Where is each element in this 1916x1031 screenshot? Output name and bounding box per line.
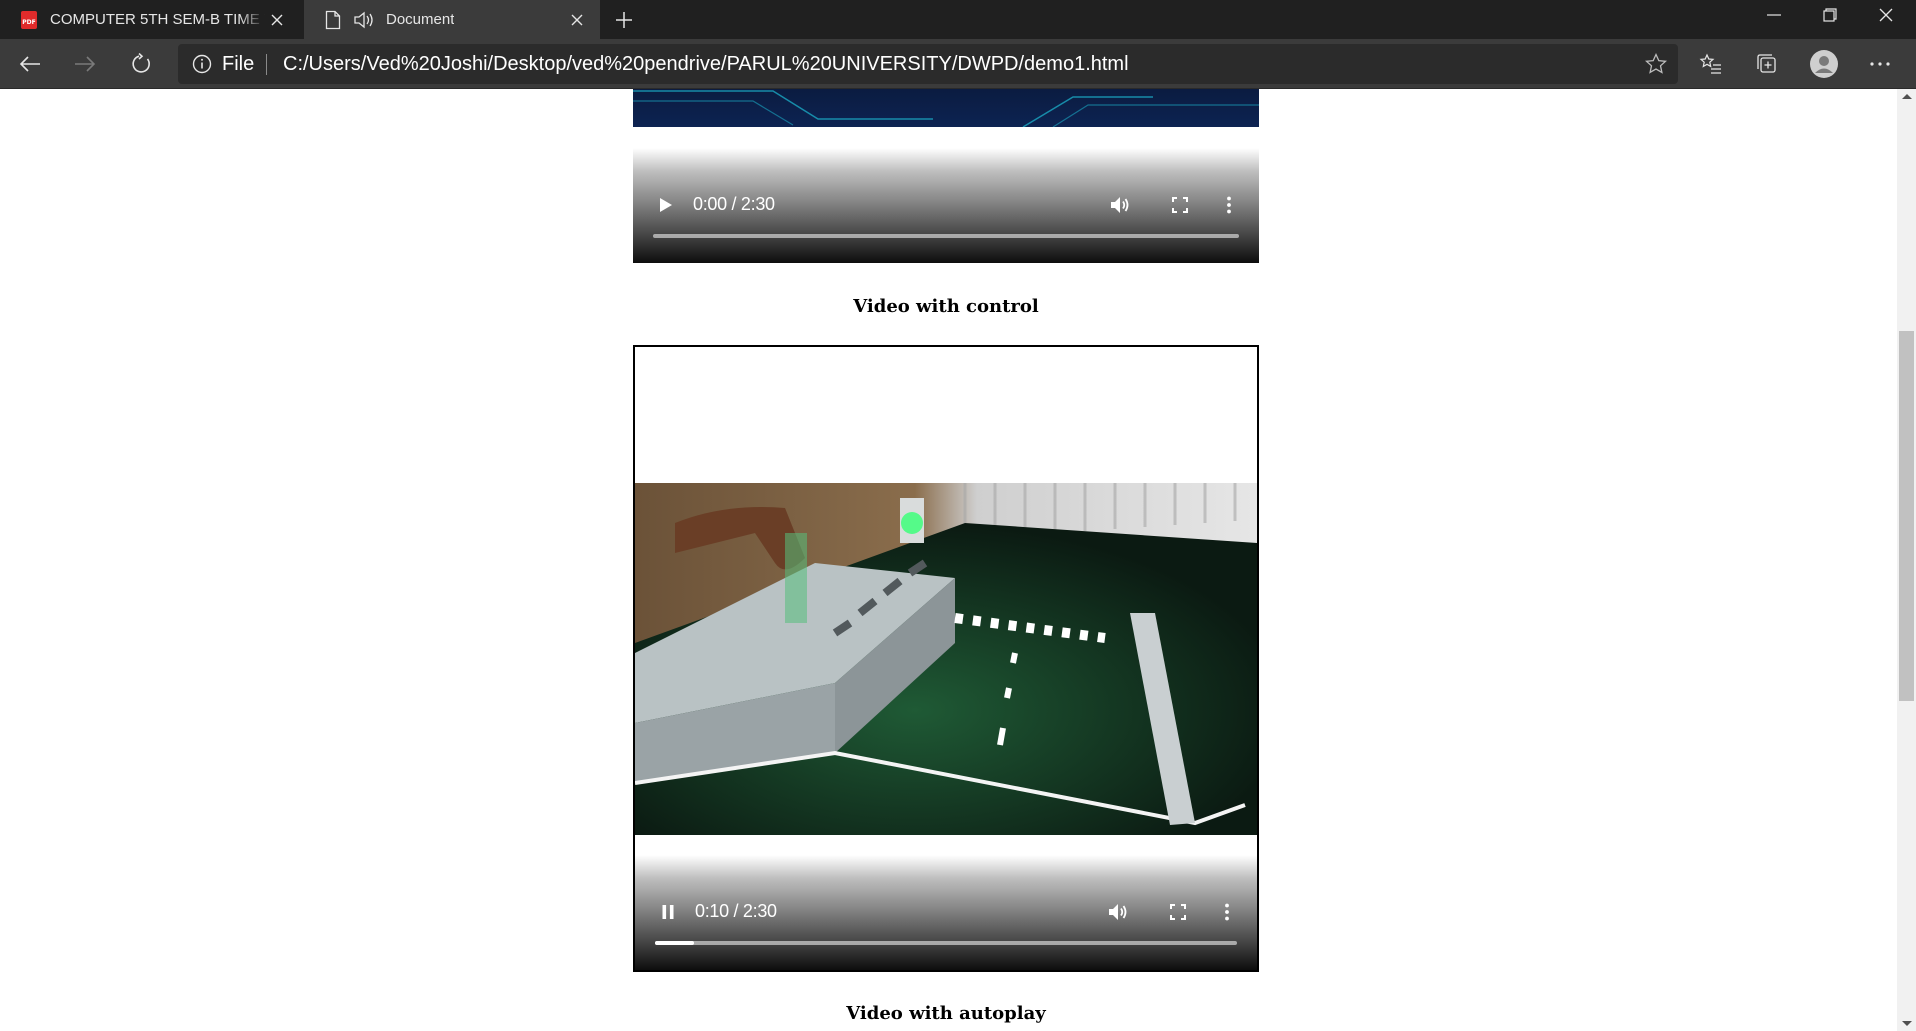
volume-icon[interactable] <box>1106 900 1130 924</box>
tab-strip: PDF COMPUTER 5TH SEM-B TIME TABLE Docume… <box>0 0 1916 39</box>
page-scrollbar[interactable] <box>1897 89 1916 1031</box>
video-control-bar: 0:00 / 2:30 <box>633 148 1259 263</box>
play-icon[interactable] <box>655 194 677 216</box>
video-options-icon[interactable] <box>1217 193 1241 217</box>
fullscreen-icon[interactable] <box>1166 900 1190 924</box>
address-bar[interactable]: File C:/Users/Ved%20Joshi/Desktop/ved%20… <box>178 44 1678 84</box>
video-options-icon[interactable] <box>1215 900 1239 924</box>
pdf-icon: PDF <box>19 9 39 31</box>
profile-avatar-icon[interactable] <box>1806 47 1842 81</box>
svg-text:PDF: PDF <box>22 19 35 26</box>
url-text[interactable]: C:/Users/Ved%20Joshi/Desktop/ved%20pendr… <box>283 53 1129 76</box>
video-control-bar: 0:10 / 2:30 <box>635 855 1257 970</box>
favorites-list-icon[interactable] <box>1693 47 1729 81</box>
scroll-down-arrow-icon[interactable] <box>1902 1021 1912 1026</box>
video-progress-fill <box>655 941 694 945</box>
video-time-readout: 0:10 / 2:30 <box>695 901 777 921</box>
video-time-readout: 0:00 / 2:30 <box>693 194 775 214</box>
close-window-icon[interactable] <box>1858 0 1914 30</box>
tab-pdf[interactable]: PDF COMPUTER 5TH SEM-B TIME TABLE <box>0 0 300 39</box>
page-content: 0:00 / 2:30 Video with control 0:10 / 2:… <box>0 89 1897 1031</box>
volume-icon[interactable] <box>1108 193 1132 217</box>
refresh-icon[interactable] <box>123 47 159 81</box>
favorite-star-icon[interactable] <box>1644 52 1668 76</box>
close-tab-icon[interactable] <box>566 9 588 31</box>
pause-icon[interactable] <box>657 901 679 923</box>
tab-title: COMPUTER 5TH SEM-B TIME TABLE <box>50 11 265 28</box>
video-with-controls[interactable]: 0:00 / 2:30 <box>633 89 1259 263</box>
document-icon <box>323 9 343 31</box>
video-with-autoplay[interactable]: 0:10 / 2:30 <box>633 345 1259 972</box>
more-menu-icon[interactable] <box>1862 47 1898 81</box>
video-progress-track[interactable] <box>653 234 1239 238</box>
video-poster-frame <box>633 89 1259 128</box>
browser-toolbar: File C:/Users/Ved%20Joshi/Desktop/ved%20… <box>0 39 1916 89</box>
new-tab-icon[interactable] <box>612 8 636 32</box>
restore-icon[interactable] <box>1802 0 1858 30</box>
forward-arrow-icon[interactable] <box>67 47 103 81</box>
back-arrow-icon[interactable] <box>12 47 48 81</box>
scroll-up-arrow-icon[interactable] <box>1902 94 1912 99</box>
tab-title: Document <box>386 11 455 28</box>
video-caption: Video with control <box>853 296 1039 317</box>
speaker-icon[interactable] <box>353 9 375 31</box>
info-icon[interactable] <box>192 54 212 74</box>
video-progress-track[interactable] <box>655 941 1237 945</box>
site-scheme-label[interactable]: File <box>222 53 254 76</box>
address-divider <box>266 54 267 75</box>
minimize-icon[interactable] <box>1746 0 1802 30</box>
tab-document[interactable]: Document <box>304 0 600 39</box>
video-frame <box>635 483 1257 835</box>
scrollbar-thumb[interactable] <box>1899 331 1914 701</box>
video-caption: Video with autoplay <box>846 1003 1046 1024</box>
fullscreen-icon[interactable] <box>1168 193 1192 217</box>
collections-icon[interactable] <box>1749 47 1785 81</box>
close-tab-icon[interactable] <box>266 9 288 31</box>
